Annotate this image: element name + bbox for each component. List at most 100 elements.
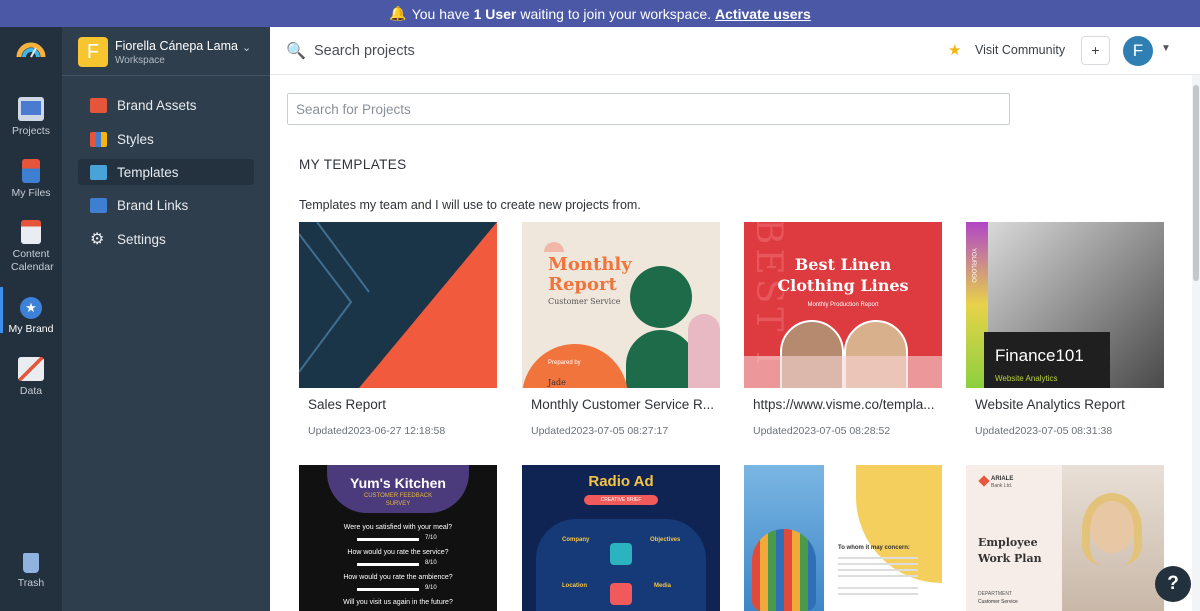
rail-item-data[interactable]: Data [0, 357, 62, 398]
activate-users-link[interactable]: Activate users [715, 6, 811, 22]
template-updated: Updated2023-06-27 12:18:58 [308, 425, 446, 437]
template-card[interactable]: Monthly Report Customer Service Prepared… [522, 222, 720, 437]
thumb-logo-text: YOURLOGO [970, 248, 976, 283]
thumb-title-line1: Employee [978, 536, 1038, 549]
thumb-title-line2: Report [548, 274, 617, 295]
radio-icon [610, 543, 632, 565]
template-title: Monthly Customer Service R... [531, 397, 715, 412]
survey-value: 7/10 [425, 535, 437, 541]
thumb-title-line1: Best Linen [794, 255, 892, 274]
search-projects-input[interactable]: Search for Projects [287, 93, 1010, 125]
template-thumbnail[interactable]: Monthly Report Customer Service Prepared… [522, 222, 720, 388]
survey-question: How would you rate the service? [347, 549, 449, 556]
sidebar-item-settings[interactable]: ⚙ Settings [78, 226, 254, 252]
brand-assets-icon [90, 97, 107, 113]
rail-item-trash[interactable]: Trash [0, 553, 62, 590]
template-card[interactable]: Sales Report Updated2023-06-27 12:18:58 [299, 222, 497, 437]
chart-icon [18, 357, 44, 381]
survey-value: 9/10 [425, 585, 437, 591]
template-updated: Updated2023-07-05 08:28:52 [753, 425, 891, 437]
templates-icon [90, 164, 107, 180]
thumb-prepared-by: Prepared by [548, 360, 581, 366]
brand-star-icon: ★ [20, 297, 42, 319]
letter-greeting: To whom it may concern: [838, 545, 910, 551]
decor-pill [688, 314, 720, 388]
chevron-down-icon[interactable]: ▼ [1161, 43, 1171, 54]
search-icon[interactable]: 🔍 [286, 41, 306, 61]
thumb-subtitle: CUSTOMER FEEDBACK [363, 493, 433, 499]
survey-bar [357, 588, 419, 591]
section-description: Templates my team and I will use to crea… [299, 198, 641, 212]
template-thumbnail[interactable]: Radio Ad CREATIVE BRIEF Company Objectiv… [522, 465, 720, 611]
sidebar-label: Styles [117, 131, 154, 147]
decor-arch [626, 330, 696, 388]
decor-circle [630, 266, 692, 328]
chevron-down-icon[interactable]: ⌄ [242, 41, 251, 54]
sidebar-item-templates[interactable]: Templates [78, 159, 254, 185]
thumb-title: Radio Ad [588, 473, 654, 490]
sidebar-label: Brand Links [117, 197, 189, 213]
sidebar-item-brand-links[interactable]: Brand Links [78, 192, 254, 218]
sales-report-art [299, 222, 497, 388]
main-scrollbar[interactable] [1192, 75, 1200, 611]
thumb-subtitle-2: SURVEY [385, 501, 411, 507]
visme-logo-icon[interactable] [16, 39, 46, 69]
template-thumbnail[interactable]: To whom it may concern: [744, 465, 942, 611]
search-projects-button[interactable]: Search projects [314, 43, 415, 59]
help-button[interactable]: ? [1155, 566, 1191, 602]
thumb-title-line2: Work Plan [978, 552, 1042, 565]
thumb-title: Monthly Report [548, 255, 632, 295]
rail-label-data: Data [19, 385, 43, 397]
rail-item-projects[interactable]: Projects [0, 97, 62, 138]
banner-user-count: 1 User [473, 5, 517, 22]
scrollbar-thumb[interactable] [1193, 85, 1199, 281]
trash-icon [23, 553, 39, 573]
sidebar-item-brand-assets[interactable]: Brand Assets [78, 92, 254, 118]
megaphone-icon [610, 583, 632, 605]
rail-item-content-calendar[interactable]: Content Calendar [0, 220, 62, 274]
rail-label-my-files: My Files [11, 187, 51, 199]
visit-community-link[interactable]: Visit Community [975, 43, 1065, 57]
template-thumbnail[interactable]: BEST I Best Linen Clothing Lines Monthly… [744, 222, 942, 388]
brand-sidebar: F Fiorella Cánepa Lama Workspace ⌄ Brand… [62, 27, 270, 611]
calendar-icon [21, 220, 41, 244]
workspace-switcher[interactable]: F Fiorella Cánepa Lama Workspace ⌄ [78, 37, 258, 71]
template-card[interactable]: Yum's Kitchen CUSTOMER FEEDBACK SURVEY W… [299, 465, 497, 611]
template-thumbnail[interactable]: YOURLOGO Finance101 Website Analytics [966, 222, 1164, 388]
template-updated: Updated2023-07-05 08:27:17 [531, 425, 669, 437]
template-card[interactable]: Radio Ad CREATIVE BRIEF Company Objectiv… [522, 465, 720, 611]
template-card[interactable]: BEST I Best Linen Clothing Lines Monthly… [744, 222, 942, 437]
template-thumbnail[interactable]: ARIALE Bank Ltd. Employee Work Plan DEPA… [966, 465, 1164, 611]
thumb-dept-value: Customer Service [978, 599, 1018, 605]
sidebar-label: Brand Assets [117, 97, 197, 113]
survey-question: Will you visit us again in the future? [343, 599, 453, 606]
app-rail: Projects My Files Content Calendar ★ My … [0, 27, 62, 611]
template-card[interactable]: ARIALE Bank Ltd. Employee Work Plan DEPA… [966, 465, 1164, 611]
add-user-icon[interactable]: + [1081, 36, 1110, 65]
gear-icon: ⚙ [90, 230, 105, 248]
thumb-title: Best Linen Clothing Lines [744, 254, 942, 296]
thumb-subtitle: Monthly Production Report [807, 302, 879, 308]
sidebar-item-styles[interactable]: Styles [78, 126, 254, 152]
top-bar: 🔍 Search projects ★ Visit Community + F … [270, 27, 1200, 75]
decor-shape [544, 242, 564, 252]
thumb-subtitle: CREATIVE BRIEF [584, 495, 658, 505]
template-title: Website Analytics Report [975, 397, 1125, 412]
thumb-title-line1: Monthly [548, 254, 632, 275]
thumb-label: Objectives [650, 537, 681, 543]
rail-item-my-brand[interactable]: ★ My Brand [0, 287, 62, 336]
thumb-label: Media [654, 583, 672, 589]
styles-icon [90, 131, 107, 147]
user-avatar[interactable]: F [1123, 36, 1153, 66]
template-thumbnail[interactable] [299, 222, 497, 388]
rail-label-content-calendar: Content Calendar [11, 248, 54, 273]
rail-item-my-files[interactable]: My Files [0, 159, 62, 200]
template-card[interactable]: YOURLOGO Finance101 Website Analytics We… [966, 222, 1164, 437]
survey-question: Were you satisfied with your meal? [343, 524, 453, 531]
thumb-title: Finance101 [995, 346, 1084, 365]
star-icon: ★ [948, 42, 962, 59]
thumb-brand: ARIALE [991, 476, 1014, 482]
template-card[interactable]: To whom it may concern: [744, 465, 942, 611]
template-thumbnail[interactable]: Yum's Kitchen CUSTOMER FEEDBACK SURVEY W… [299, 465, 497, 611]
decor-band [744, 356, 942, 388]
